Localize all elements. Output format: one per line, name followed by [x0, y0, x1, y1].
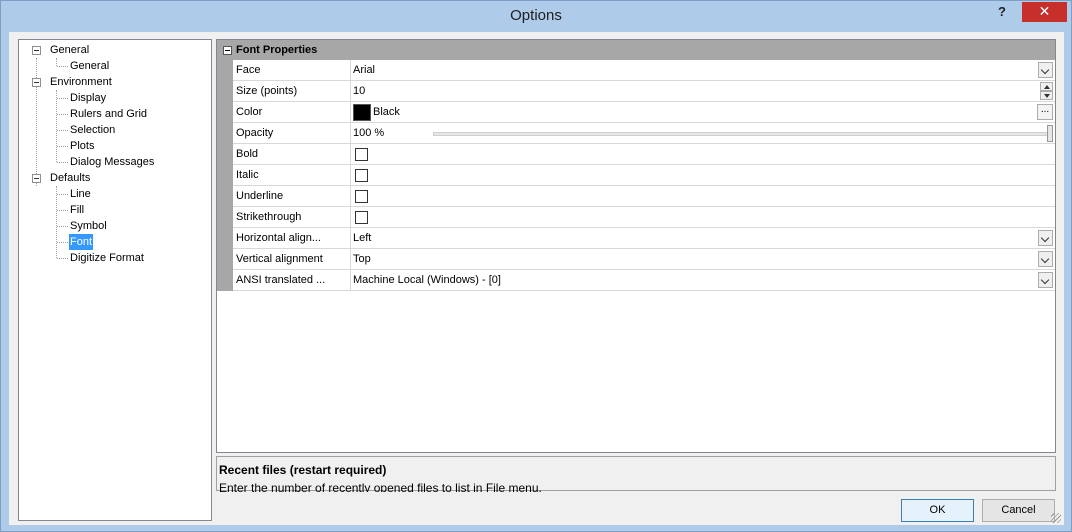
- tree-item-label: Plots: [70, 140, 95, 152]
- tree-item-label: Fill: [70, 204, 85, 216]
- collapse-icon[interactable]: [32, 174, 41, 183]
- tree-item-display[interactable]: Display: [19, 90, 211, 106]
- halign-dropdown-button[interactable]: [1038, 230, 1053, 246]
- ansi-dropdown-button[interactable]: [1038, 272, 1053, 288]
- ansi-value[interactable]: Machine Local (Windows) - [0]: [353, 274, 501, 286]
- tree-item-label: Digitize Format: [70, 252, 144, 264]
- prop-strikethrough[interactable]: Strikethrough: [233, 207, 1055, 228]
- color-swatch[interactable]: [353, 104, 371, 121]
- opacity-slider-thumb[interactable]: [1047, 125, 1053, 142]
- property-grid: Font Properties Face Arial Size (points)…: [216, 39, 1056, 453]
- tree-item-rulers-and-grid[interactable]: Rulers and Grid: [19, 106, 211, 122]
- tree-item-defaults[interactable]: Defaults: [19, 170, 211, 186]
- prop-italic[interactable]: Italic: [233, 165, 1055, 186]
- tree-item-fill[interactable]: Fill: [19, 202, 211, 218]
- size-value[interactable]: 10: [353, 85, 365, 97]
- dialog-client: General General Environment Display Rule…: [9, 32, 1064, 525]
- collapse-icon[interactable]: [223, 46, 232, 55]
- spin-down-icon[interactable]: [1040, 91, 1053, 100]
- prop-ansi-translated[interactable]: ANSI translated ... Machine Local (Windo…: [233, 270, 1055, 291]
- tree-item-label: General: [50, 44, 90, 56]
- tree-item-label: Font: [69, 234, 94, 250]
- size-spinner[interactable]: [1040, 82, 1053, 100]
- prop-name: ANSI translated ...: [236, 274, 326, 286]
- prop-name: Bold: [236, 148, 259, 160]
- opacity-value[interactable]: 100 %: [353, 127, 384, 139]
- strikethrough-checkbox[interactable]: [355, 211, 368, 224]
- tree-item-digitize-format[interactable]: Digitize Format: [19, 250, 211, 266]
- description-title: Recent files (restart required): [219, 463, 387, 477]
- collapse-icon[interactable]: [32, 78, 41, 87]
- valign-value[interactable]: Top: [353, 253, 371, 265]
- tree-item-label: Selection: [70, 124, 116, 136]
- color-value[interactable]: Black: [373, 106, 400, 118]
- prop-name: Underline: [236, 190, 284, 202]
- ok-button[interactable]: OK: [901, 499, 974, 522]
- tree-item-label: General: [70, 60, 110, 72]
- prop-name: Opacity: [236, 127, 274, 139]
- tree-item-plots[interactable]: Plots: [19, 138, 211, 154]
- prop-color[interactable]: Color Black ...: [233, 102, 1055, 123]
- prop-name: Strikethrough: [236, 211, 302, 223]
- tree-item-dialog-messages[interactable]: Dialog Messages: [19, 154, 211, 170]
- tree-item-label: Line: [70, 188, 91, 200]
- underline-checkbox[interactable]: [355, 190, 368, 203]
- prop-name: Size (points): [236, 85, 298, 97]
- cancel-button[interactable]: Cancel: [982, 499, 1055, 522]
- spin-up-icon[interactable]: [1040, 82, 1053, 91]
- prop-name: Vertical alignment: [236, 253, 323, 265]
- italic-checkbox[interactable]: [355, 169, 368, 182]
- close-button[interactable]: ✕: [1022, 2, 1067, 22]
- halign-value[interactable]: Left: [353, 232, 371, 244]
- window-title: Options: [510, 7, 562, 24]
- prop-underline[interactable]: Underline: [233, 186, 1055, 207]
- prop-name: Italic: [236, 169, 259, 181]
- tree-item-label: Environment: [50, 76, 112, 88]
- bold-checkbox[interactable]: [355, 148, 368, 161]
- prop-opacity[interactable]: Opacity 100 %: [233, 123, 1055, 144]
- tree-item-selection[interactable]: Selection: [19, 122, 211, 138]
- valign-dropdown-button[interactable]: [1038, 251, 1053, 267]
- options-tree[interactable]: General General Environment Display Rule…: [18, 39, 212, 521]
- tree-item-line[interactable]: Line: [19, 186, 211, 202]
- tree-item-label: Display: [70, 92, 107, 104]
- grid-gutter: [217, 60, 233, 291]
- tree-item-font[interactable]: Font: [19, 234, 211, 250]
- face-value[interactable]: Arial: [353, 64, 375, 76]
- color-ellipsis-button[interactable]: ...: [1037, 104, 1053, 120]
- close-icon: ✕: [1038, 3, 1051, 19]
- tree-item-environment[interactable]: Environment: [19, 74, 211, 90]
- prop-bold[interactable]: Bold: [233, 144, 1055, 165]
- tree-item-label: Defaults: [50, 172, 91, 184]
- prop-name: Color: [236, 106, 263, 118]
- tree-item-general[interactable]: General: [19, 42, 211, 58]
- prop-name: Horizontal align...: [236, 232, 321, 244]
- options-window: Options ? ✕ General General Environment: [0, 0, 1072, 532]
- tree-item-general-general[interactable]: General: [19, 58, 211, 74]
- face-dropdown-button[interactable]: [1038, 62, 1053, 78]
- prop-vertical-alignment[interactable]: Vertical alignment Top: [233, 249, 1055, 270]
- description-pane: Recent files (restart required) Enter th…: [216, 456, 1056, 492]
- prop-horizontal-alignment[interactable]: Horizontal align... Left: [233, 228, 1055, 249]
- category-font-properties[interactable]: Font Properties: [217, 40, 1055, 60]
- tree-item-symbol[interactable]: Symbol: [19, 218, 211, 234]
- prop-name: Face: [236, 64, 261, 76]
- resize-grip-icon[interactable]: [1051, 513, 1061, 523]
- opacity-slider[interactable]: [433, 132, 1053, 136]
- tree-item-label: Rulers and Grid: [70, 108, 148, 120]
- help-button[interactable]: ?: [989, 4, 1015, 24]
- collapse-icon[interactable]: [32, 46, 41, 55]
- description-text: Enter the number of recently opened file…: [219, 481, 542, 492]
- tree-item-label: Dialog Messages: [70, 156, 155, 168]
- prop-face[interactable]: Face Arial: [233, 60, 1055, 81]
- category-label: Font Properties: [236, 44, 318, 56]
- prop-size[interactable]: Size (points) 10: [233, 81, 1055, 102]
- title-bar: Options ? ✕: [1, 1, 1071, 32]
- tree-item-label: Symbol: [70, 220, 107, 232]
